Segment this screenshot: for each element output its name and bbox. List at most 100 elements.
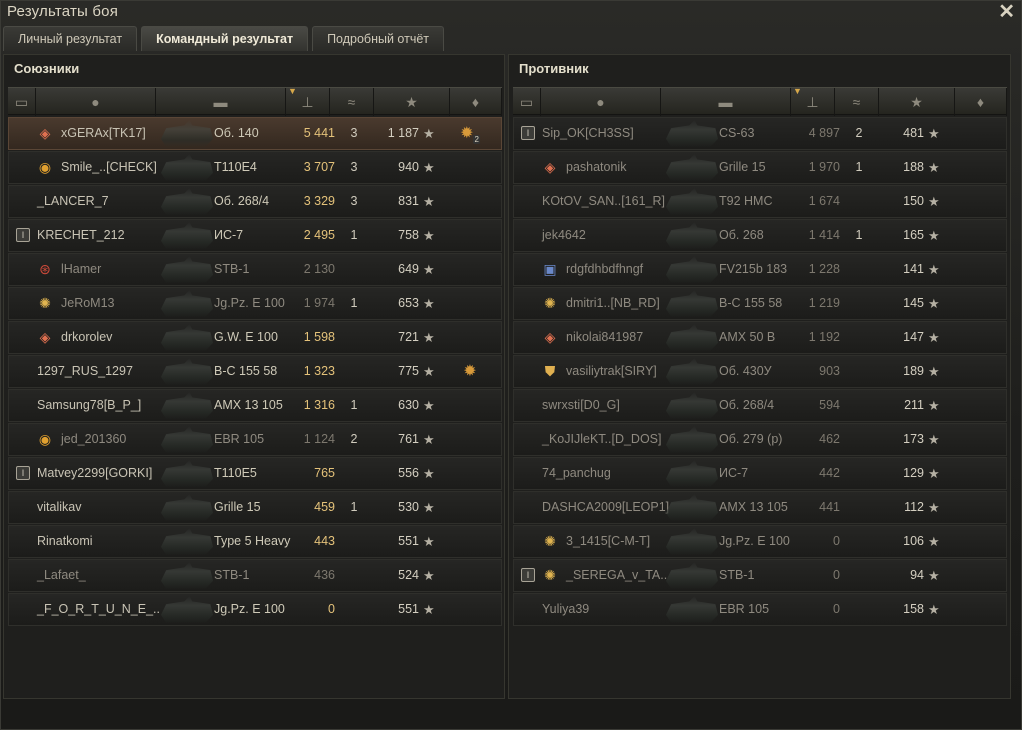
kills-value (844, 594, 874, 625)
kills-value: 1 (350, 296, 358, 310)
platoon-icon (518, 492, 538, 523)
platoon-number: I (16, 466, 30, 481)
xp-star-icon: ★ (423, 466, 435, 481)
xp-value: 653 (398, 296, 419, 310)
player-badge-icon: ◈ (544, 159, 556, 175)
player-row[interactable]: _F_O_R_T_U_N_E_.. Jg.Pz. E 100 0 551 ★ (8, 593, 502, 626)
player-badge-icon: ⛊ (544, 363, 556, 379)
xp-value: 530 (398, 500, 419, 514)
player-icon[interactable]: ● (36, 88, 156, 116)
player-name[interactable]: _F_O_R_T_U_N_E_.. (37, 594, 177, 625)
player-row[interactable]: ✺ JeRoM13 Jg.Pz. E 100 1 974 1 653 ★ (8, 287, 502, 320)
player-name[interactable]: vitalikav (37, 492, 177, 523)
xp-value: 150 (903, 194, 924, 208)
platoon-icon: I (13, 220, 33, 251)
player-row[interactable]: ◈ pashatonik Grille 15 1 970 1 188 ★ (513, 151, 1007, 184)
player-row[interactable]: ✺ dmitri1..[NB_RD] B-C 155 58 1 219 145 ★ (513, 287, 1007, 320)
tab-detailed[interactable]: Подробный отчёт (312, 26, 445, 51)
medal-icon[interactable]: ✹2 (455, 118, 485, 149)
player-row[interactable]: swrxsti[D0_G] Об. 268/4 594 211 ★ (513, 389, 1007, 422)
player-name[interactable]: 1297_RUS_1297 (37, 356, 177, 387)
player-row[interactable]: Yuliya39 EBR 105 0 158 ★ (513, 593, 1007, 626)
player-row[interactable]: _LANCER_7 Об. 268/4 3 329 3 831 ★ (8, 185, 502, 218)
player-row[interactable]: ⊛ lHamer STB-1 2 130 649 ★ (8, 253, 502, 286)
damage-icon[interactable]: ⊥ ▼ (286, 86, 330, 116)
tank-icon[interactable]: ▬ (156, 88, 286, 116)
player-name[interactable]: jek4642 (542, 220, 682, 251)
player-name[interactable]: _KoJIJleKT..[D_DOS] (542, 424, 682, 455)
xp-value: 1 187 (387, 126, 419, 140)
platoon-icon[interactable]: ▭ (513, 88, 541, 116)
player-row[interactable]: ✺ 3_1415[C-M-T] Jg.Pz. E 100 0 106 ★ (513, 525, 1007, 558)
player-row[interactable]: 74_panchug ИС-7 442 129 ★ (513, 457, 1007, 490)
xp-star-icon: ★ (928, 500, 940, 515)
xp-star-icon: ★ (928, 296, 940, 311)
damage-value: 442 (819, 466, 840, 480)
xp-star-icon: ★ (423, 262, 435, 277)
xp-star-icon: ★ (423, 602, 435, 617)
enemies-rows: I Sip_OK[CH3SS] CS-63 4 897 2 481 ★ ◈ pashatonik… (513, 117, 1007, 627)
player-name[interactable]: KRECHET_212 (37, 220, 177, 251)
tank-icon[interactable]: ▬ (661, 88, 791, 116)
player-row[interactable]: I ✺ _SEREGA_v_TA.. STB-1 0 94 ★ (513, 559, 1007, 592)
player-row[interactable]: 1297_RUS_1297 B-C 155 58 1 323 775 ★ ✹ (8, 355, 502, 388)
platoon-number: I (521, 126, 535, 141)
player-row[interactable]: KOtOV_SAN..[161_R] T92 HMC 1 674 150 ★ (513, 185, 1007, 218)
player-row[interactable]: I KRECHET_212 ИС-7 2 495 1 758 ★ (8, 219, 502, 252)
medal-icon[interactable]: ♦ (450, 88, 502, 116)
platoon-icon[interactable]: ▭ (8, 88, 36, 116)
player-name[interactable]: 74_panchug (542, 458, 682, 489)
xp-star-icon: ★ (928, 568, 940, 583)
medal-icon[interactable]: ♦ (955, 88, 1007, 116)
player-row[interactable]: ◈ drkorolev G.W. E 100 1 598 721 ★ (8, 321, 502, 354)
xp-star-icon[interactable]: ★ (879, 88, 955, 116)
player-row[interactable]: _KoJIJleKT..[D_DOS] Об. 279 (р) 462 173 ★ (513, 423, 1007, 456)
player-row[interactable]: I Sip_OK[CH3SS] CS-63 4 897 2 481 ★ (513, 117, 1007, 150)
player-name[interactable]: _Lafaet_ (37, 560, 177, 591)
player-name[interactable]: KOtOV_SAN..[161_R] (542, 186, 682, 217)
tab-personal[interactable]: Личный результат (3, 26, 138, 51)
player-name[interactable]: Rinatkomi (37, 526, 177, 557)
player-name[interactable]: Sip_OK[CH3SS] (542, 118, 682, 149)
damage-value: 441 (819, 500, 840, 514)
player-name[interactable]: Samsung78[B_P_] (37, 390, 177, 421)
player-icon[interactable]: ● (541, 88, 661, 116)
kills-icon[interactable]: ≈ (330, 88, 374, 116)
platoon-icon (13, 424, 33, 455)
player-row[interactable]: Samsung78[B_P_] AMX 13 105 1 316 1 630 ★ (8, 389, 502, 422)
kills-icon[interactable]: ≈ (835, 88, 879, 116)
player-row[interactable]: vitalikav Grille 15 459 1 530 ★ (8, 491, 502, 524)
close-icon[interactable]: ✕ (998, 0, 1015, 24)
damage-icon[interactable]: ⊥ ▼ (791, 86, 835, 116)
xp-value: 649 (398, 262, 419, 276)
xp-star-icon: ★ (423, 126, 435, 141)
xp-star-icon: ★ (423, 398, 435, 413)
player-row[interactable]: ◉ jed_201360 EBR 105 1 124 2 761 ★ (8, 423, 502, 456)
tab-team[interactable]: Командный результат (141, 26, 309, 51)
player-row[interactable]: jek4642 Об. 268 1 414 1 165 ★ (513, 219, 1007, 252)
xp-value: 112 (904, 500, 924, 514)
player-row[interactable]: DASHCA2009[LEOP1] AMX 13 105 441 112 ★ (513, 491, 1007, 524)
player-row[interactable]: I Matvey2299[GORKI] T110E5 765 556 ★ (8, 457, 502, 490)
xp-value: 165 (903, 228, 924, 242)
player-name[interactable]: swrxsti[D0_G] (542, 390, 682, 421)
player-row[interactable]: Rinatkomi Type 5 Heavy 443 551 ★ (8, 525, 502, 558)
xp-star-icon[interactable]: ★ (374, 88, 450, 116)
platoon-icon (518, 356, 538, 387)
player-badge-icon: ✺ (544, 295, 556, 311)
player-row[interactable]: ◈ nikolai841987 AMX 50 B1 192 147 ★ (513, 321, 1007, 354)
player-row[interactable]: ◈ xGERAx[TK17] Об. 140 5 441 3 1 187 ★ ✹2 (8, 117, 502, 150)
player-badge-icon: ✺ (544, 533, 556, 549)
player-row[interactable]: _Lafaet_ STB-1 436 524 ★ (8, 559, 502, 592)
player-row[interactable]: ◉ Smile_..[CHECK] T110E4 3 707 3 940 ★ (8, 151, 502, 184)
player-row[interactable]: ⛊ vasiliytrak[SIRY] Об. 430У 903 189 ★ (513, 355, 1007, 388)
player-row[interactable]: ▣ rdgfdhbdfhngf FV215b 183 1 228 141 ★ (513, 253, 1007, 286)
player-name[interactable]: _LANCER_7 (37, 186, 177, 217)
player-name[interactable]: Yuliya39 (542, 594, 682, 625)
medal-icon[interactable]: ✹ (455, 356, 485, 387)
player-name[interactable]: Matvey2299[GORKI] (37, 458, 177, 489)
xp-star-icon: ★ (423, 228, 435, 243)
xp-star-icon: ★ (423, 534, 435, 549)
player-name[interactable]: DASHCA2009[LEOP1] (542, 492, 682, 523)
kills-value: 3 (350, 126, 358, 140)
